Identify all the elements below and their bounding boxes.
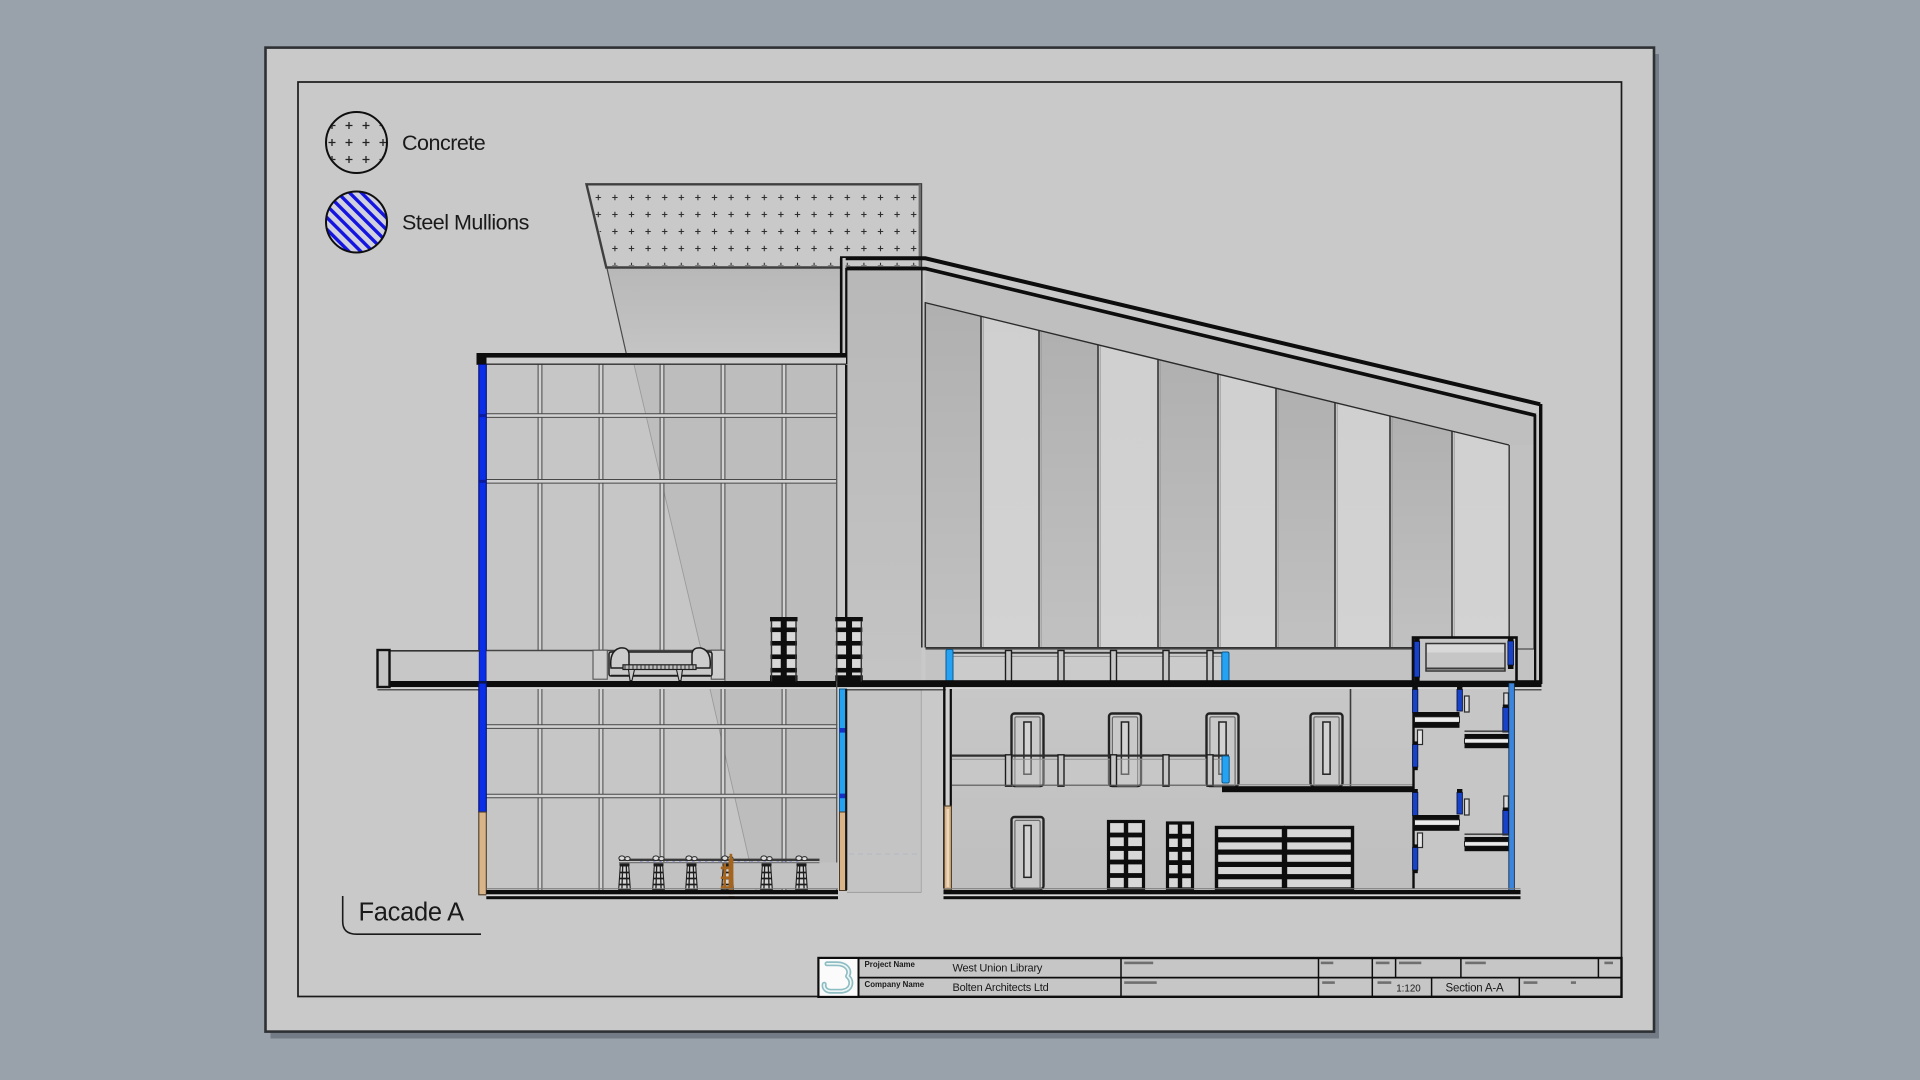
svg-text:West Union Library: West Union Library — [953, 962, 1043, 974]
svg-text:Steel Mullions: Steel Mullions — [402, 211, 529, 235]
svg-text:Concrete: Concrete — [402, 131, 485, 155]
svg-text:Company Name: Company Name — [865, 980, 925, 989]
svg-text:Project Name: Project Name — [865, 960, 916, 969]
svg-text:Facade A: Facade A — [359, 899, 465, 927]
svg-text:Bolten Architects Ltd: Bolten Architects Ltd — [953, 982, 1049, 994]
svg-text:Section A-A: Section A-A — [1446, 983, 1504, 995]
svg-text:1:120: 1:120 — [1396, 983, 1421, 994]
